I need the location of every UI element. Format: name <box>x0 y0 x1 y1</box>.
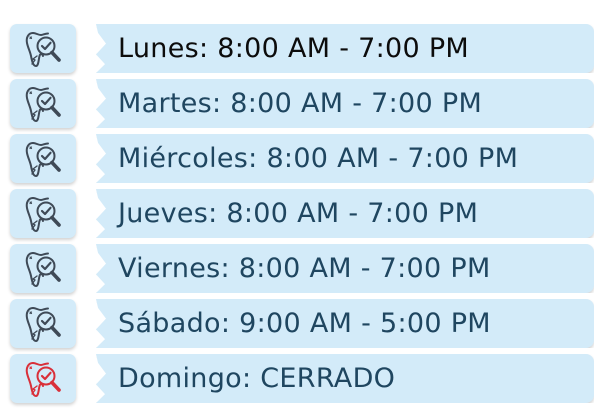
schedule-row-miercoles: Miércoles: 8:00 AM - 7:00 PM <box>10 134 594 183</box>
hours-bar: Lunes: 8:00 AM - 7:00 PM <box>96 24 594 73</box>
hours-label: Martes: 8:00 AM - 7:00 PM <box>118 88 483 119</box>
hours-label: Lunes: 8:00 AM - 7:00 PM <box>118 33 470 64</box>
hours-label: Viernes: 8:00 AM - 7:00 PM <box>118 253 491 284</box>
schedule-row-domingo: Domingo: CERRADO <box>10 354 594 403</box>
hours-label: Sábado: 9:00 AM - 5:00 PM <box>118 308 491 339</box>
tooth-check-icon <box>23 29 63 69</box>
tooth-check-icon <box>23 304 63 344</box>
schedule-row-lunes: Lunes: 8:00 AM - 7:00 PM <box>10 24 594 73</box>
hours-label: Miércoles: 8:00 AM - 7:00 PM <box>118 143 519 174</box>
hours-bar: Martes: 8:00 AM - 7:00 PM <box>96 79 594 128</box>
icon-tile <box>10 354 76 403</box>
icon-tile <box>10 134 76 183</box>
tooth-check-icon-closed <box>23 359 63 399</box>
icon-tile <box>10 24 76 73</box>
icon-tile <box>10 79 76 128</box>
hours-label: Domingo: CERRADO <box>118 363 396 394</box>
hours-bar: Jueves: 8:00 AM - 7:00 PM <box>96 189 594 238</box>
hours-label: Jueves: 8:00 AM - 7:00 PM <box>118 198 479 229</box>
schedule-row-viernes: Viernes: 8:00 AM - 7:00 PM <box>10 244 594 293</box>
hours-bar: Domingo: CERRADO <box>96 354 594 403</box>
hours-bar: Miércoles: 8:00 AM - 7:00 PM <box>96 134 594 183</box>
schedule-row-martes: Martes: 8:00 AM - 7:00 PM <box>10 79 594 128</box>
hours-bar: Viernes: 8:00 AM - 7:00 PM <box>96 244 594 293</box>
icon-tile <box>10 244 76 293</box>
tooth-check-icon <box>23 139 63 179</box>
icon-tile <box>10 189 76 238</box>
schedule-row-jueves: Jueves: 8:00 AM - 7:00 PM <box>10 189 594 238</box>
tooth-check-icon <box>23 249 63 289</box>
tooth-check-icon <box>23 84 63 124</box>
opening-hours-schedule: Lunes: 8:00 AM - 7:00 PM Martes: 8:00 AM… <box>0 0 605 412</box>
schedule-row-sabado: Sábado: 9:00 AM - 5:00 PM <box>10 299 594 348</box>
tooth-check-icon <box>23 194 63 234</box>
icon-tile <box>10 299 76 348</box>
hours-bar: Sábado: 9:00 AM - 5:00 PM <box>96 299 594 348</box>
